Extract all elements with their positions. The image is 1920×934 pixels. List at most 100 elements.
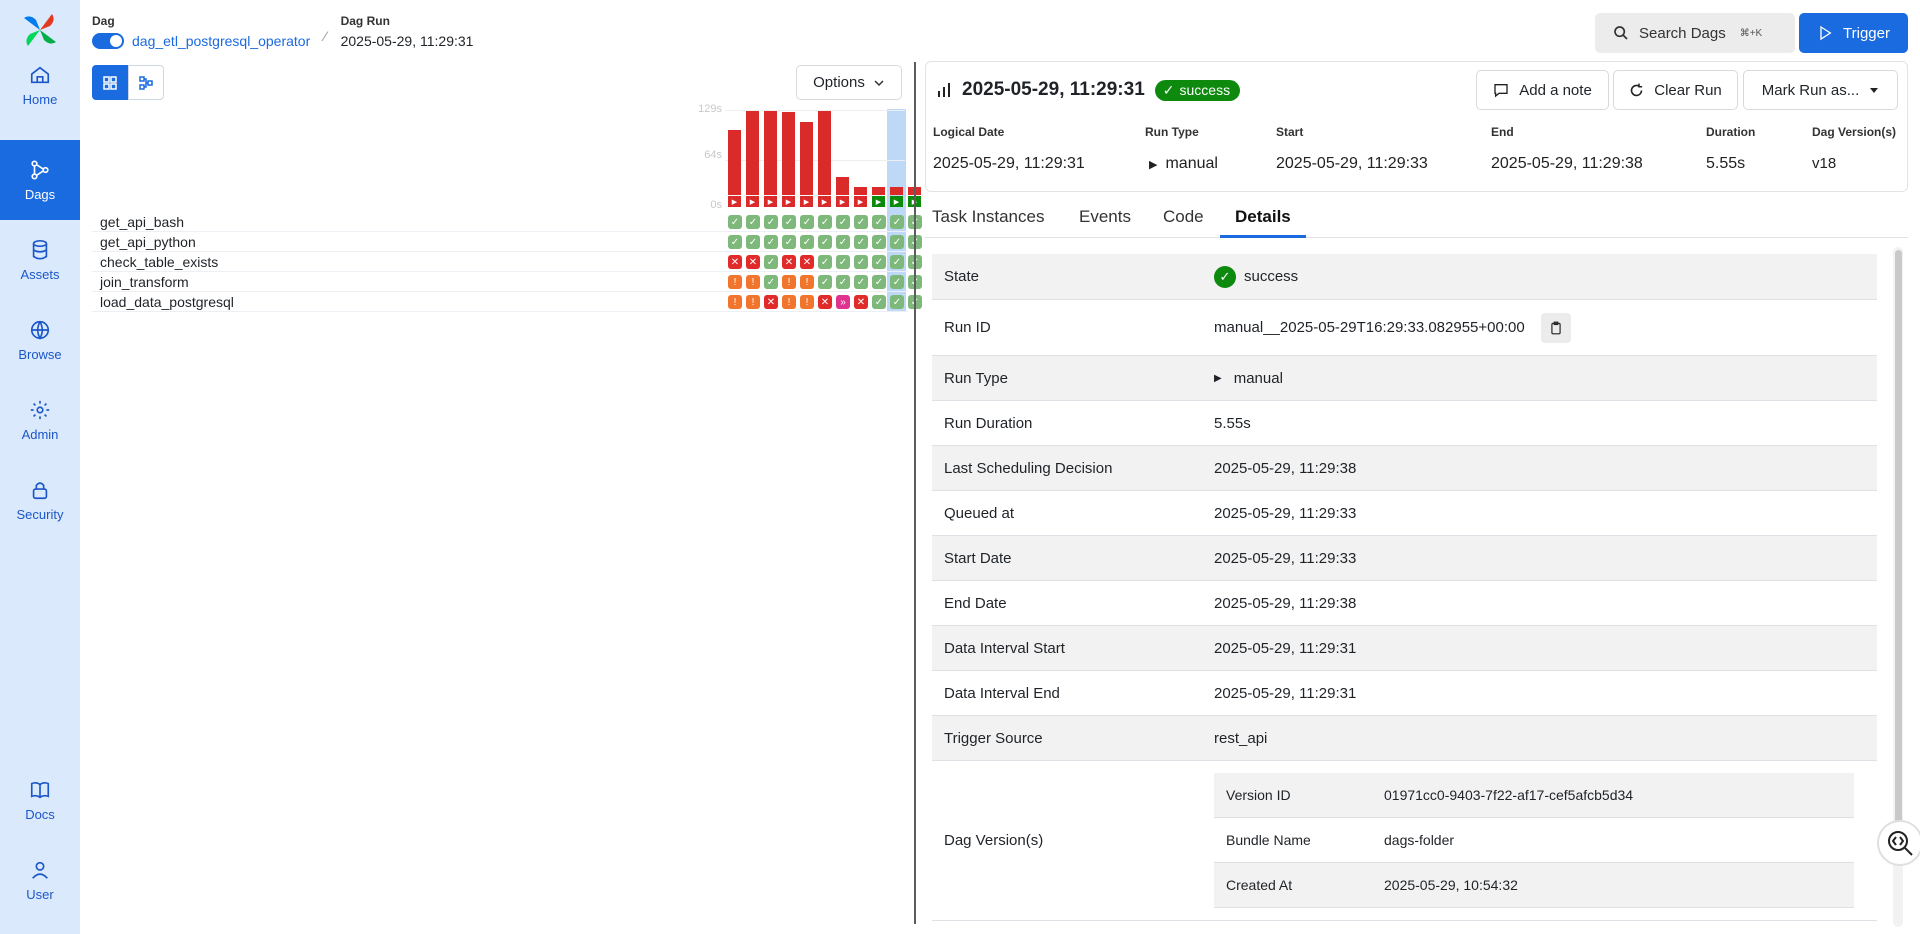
run-state-marker[interactable]: ▶ (764, 196, 777, 207)
run-state-marker[interactable]: ▶ (872, 196, 885, 207)
task-instance-cell[interactable]: ! (746, 275, 760, 289)
task-instance-cell[interactable]: ✓ (818, 255, 832, 269)
task-instance-cell[interactable]: ✓ (818, 235, 832, 249)
tab-task-instances[interactable]: Task Instances (932, 207, 1044, 227)
run-duration-bar[interactable] (782, 112, 795, 195)
assistant-button[interactable] (1877, 820, 1920, 866)
task-instance-cell[interactable]: ✓ (872, 215, 886, 229)
scrollbar-thumb[interactable] (1895, 250, 1902, 850)
task-instance-cell[interactable]: ✓ (854, 255, 868, 269)
task-instance-cell[interactable]: ✓ (872, 295, 886, 309)
task-instance-cell[interactable]: ✓ (782, 235, 796, 249)
task-instance-cell[interactable]: ✕ (746, 255, 760, 269)
task-instance-cell[interactable]: ✓ (764, 235, 778, 249)
sidebar-item-docs[interactable]: Docs (0, 760, 80, 840)
sidebar-item-assets[interactable]: Assets (0, 220, 80, 300)
graph-view-button[interactable] (128, 65, 164, 100)
run-duration-bar[interactable] (854, 187, 867, 195)
dag-pause-toggle[interactable] (92, 33, 124, 49)
y-tick-label: 0s (710, 199, 722, 211)
panel-resize-handle[interactable] (914, 62, 916, 924)
task-instance-cell[interactable]: ✕ (782, 255, 796, 269)
task-instance-cell[interactable]: ✓ (764, 255, 778, 269)
run-state-marker[interactable]: ▶ (836, 196, 849, 207)
add-note-button[interactable]: Add a note (1476, 70, 1609, 110)
task-instance-cell[interactable]: ✓ (764, 215, 778, 229)
task-instance-cell[interactable]: ✓ (764, 275, 778, 289)
task-instance-cell[interactable]: ✓ (890, 215, 904, 229)
task-instance-cell[interactable]: ✓ (728, 215, 742, 229)
task-instance-cell[interactable]: ✓ (854, 235, 868, 249)
task-instance-cell[interactable]: ✕ (818, 295, 832, 309)
task-instance-cell[interactable]: ✓ (890, 275, 904, 289)
task-instance-cell[interactable]: ✓ (728, 235, 742, 249)
trigger-button[interactable]: Trigger (1799, 13, 1908, 53)
run-state-marker[interactable]: ▶ (818, 196, 831, 207)
task-instance-cell[interactable]: ✓ (872, 275, 886, 289)
task-instance-cell[interactable]: ✓ (800, 215, 814, 229)
status-badge-text: success (1179, 82, 1231, 98)
sidebar-item-home[interactable]: Home (0, 45, 80, 125)
run-duration-bar[interactable] (836, 177, 849, 195)
task-instance-cell[interactable]: ✓ (872, 235, 886, 249)
meta-label: Duration (1706, 125, 1756, 139)
run-state-marker[interactable]: ▶ (746, 196, 759, 207)
task-instance-cell[interactable]: ✓ (890, 295, 904, 309)
run-duration-bar[interactable] (764, 111, 777, 195)
tab-events[interactable]: Events (1079, 207, 1131, 227)
task-instance-cell[interactable]: ! (728, 275, 742, 289)
task-instance-cell[interactable]: ✓ (800, 235, 814, 249)
run-duration-bar[interactable] (800, 122, 813, 195)
sidebar-item-browse[interactable]: Browse (0, 300, 80, 380)
options-dropdown[interactable]: Options (796, 65, 902, 100)
dag-name-link[interactable]: dag_etl_postgresql_operator (132, 33, 310, 49)
run-duration-bar[interactable] (890, 187, 903, 195)
task-instance-cell[interactable]: ! (782, 295, 796, 309)
sidebar-item-security[interactable]: Security (0, 460, 80, 540)
search-dags-button[interactable]: Search Dags ⌘+K (1595, 13, 1795, 53)
task-instance-cell[interactable]: ✓ (890, 255, 904, 269)
task-instance-cell[interactable]: ! (782, 275, 796, 289)
task-instance-cell[interactable]: ✓ (854, 215, 868, 229)
task-instance-cell[interactable]: ✕ (764, 295, 778, 309)
task-instance-cell[interactable]: ✓ (818, 275, 832, 289)
task-instance-cell[interactable]: ✓ (854, 275, 868, 289)
copy-button[interactable] (1540, 312, 1571, 343)
run-duration-bar[interactable] (746, 111, 759, 195)
sidebar-item-user[interactable]: User (0, 840, 80, 920)
grid-view-button[interactable] (92, 65, 128, 100)
task-instance-cell[interactable]: ✕ (854, 295, 868, 309)
task-instance-cell[interactable]: ✕ (800, 255, 814, 269)
task-instance-cell[interactable]: ✓ (746, 215, 760, 229)
run-state-marker[interactable]: ▶ (728, 196, 741, 207)
task-instance-cell[interactable]: ✓ (836, 215, 850, 229)
task-instance-cell[interactable]: ✓ (836, 275, 850, 289)
task-instance-cell[interactable]: ✓ (836, 255, 850, 269)
task-instance-cell[interactable]: ✓ (782, 215, 796, 229)
task-instance-cell[interactable]: ✓ (890, 235, 904, 249)
tab-code[interactable]: Code (1163, 207, 1204, 227)
run-duration-bar[interactable] (872, 187, 885, 195)
task-instance-cell[interactable]: » (836, 295, 850, 309)
run-state-marker[interactable]: ▶ (782, 196, 795, 207)
sidebar-item-dags[interactable]: Dags (0, 140, 80, 220)
run-state-marker[interactable]: ▶ (800, 196, 813, 207)
run-duration-bar[interactable] (818, 111, 831, 195)
task-instance-cell[interactable]: ! (800, 295, 814, 309)
task-instance-cell[interactable]: ✓ (836, 235, 850, 249)
airflow-logo-icon[interactable] (20, 10, 60, 50)
task-instance-cell[interactable]: ✓ (872, 255, 886, 269)
task-instance-cell[interactable]: ! (746, 295, 760, 309)
run-state-marker[interactable]: ▶ (854, 196, 867, 207)
mark-run-as-dropdown[interactable]: Mark Run as... (1743, 70, 1898, 110)
task-instance-cell[interactable]: ✓ (746, 235, 760, 249)
run-state-marker[interactable]: ▶ (890, 196, 903, 207)
clear-run-button[interactable]: Clear Run (1613, 70, 1738, 110)
task-instance-cell[interactable]: ! (728, 295, 742, 309)
sidebar-item-admin[interactable]: Admin (0, 380, 80, 460)
task-instance-cell[interactable]: ✕ (728, 255, 742, 269)
run-duration-bar[interactable] (728, 130, 741, 195)
task-instance-cell[interactable]: ! (800, 275, 814, 289)
task-instance-cell[interactable]: ✓ (818, 215, 832, 229)
tab-details[interactable]: Details (1235, 207, 1291, 227)
